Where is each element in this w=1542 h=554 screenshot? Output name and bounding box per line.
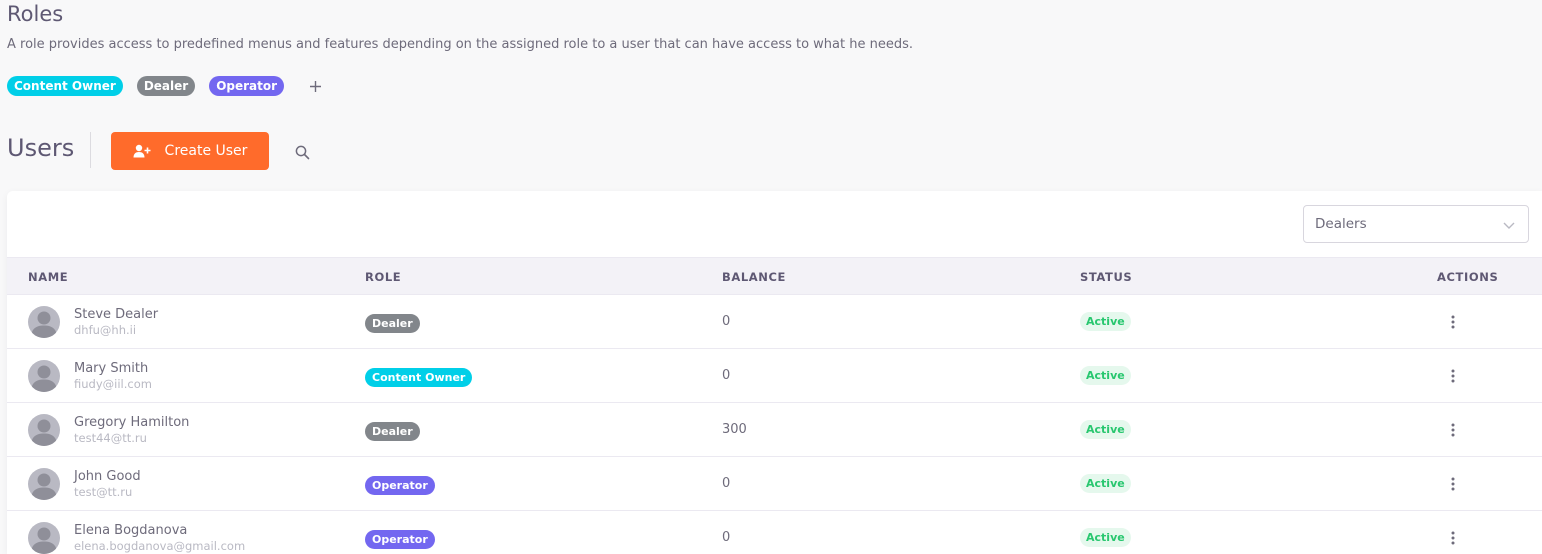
roles-description: A role provides access to predefined men…: [7, 37, 914, 52]
user-role-badge: Content Owner: [365, 368, 473, 387]
users-table-card: Dealers NAME ROLE BALANCE STATUS ACTIONS: [7, 191, 1542, 554]
row-actions-button[interactable]: [1443, 528, 1463, 548]
more-vertical-icon: [1451, 315, 1455, 329]
table-row[interactable]: Steve Dealer dhfu@hh.ii Dealer 0 Active: [7, 295, 1542, 349]
status-badge: Active: [1080, 366, 1131, 385]
avatar: [28, 468, 60, 500]
add-role-button[interactable]: [305, 76, 325, 96]
user-balance: 300: [722, 422, 747, 437]
user-name: Elena Bogdanova: [74, 523, 188, 538]
role-chip-dealer[interactable]: Dealer: [136, 76, 196, 96]
title-divider: [90, 132, 91, 168]
table-row[interactable]: Elena Bogdanova elena.bogdanova@gmail.co…: [7, 511, 1542, 554]
user-balance: 0: [722, 314, 731, 329]
header-status[interactable]: STATUS: [1080, 270, 1132, 284]
more-vertical-icon: [1451, 423, 1455, 437]
role-filter-value: Dealers: [1315, 216, 1367, 232]
user-role-badge: Operator: [365, 476, 435, 495]
user-email: test44@tt.ru: [74, 431, 147, 445]
role-chip-content-owner[interactable]: Content Owner: [7, 76, 123, 96]
chevron-down-icon: [1503, 222, 1515, 229]
header-actions: ACTIONS: [1437, 270, 1499, 284]
users-roles-page: Roles A role provides access to predefin…: [0, 0, 1542, 554]
users-title: Users: [7, 134, 75, 162]
user-role-badge: Dealer: [365, 314, 420, 333]
user-silhouette-icon: [31, 473, 57, 500]
plus-icon: [309, 80, 321, 92]
avatar: [28, 360, 60, 392]
row-actions-button[interactable]: [1443, 474, 1463, 494]
search-icon: [295, 145, 309, 159]
user-name: Steve Dealer: [74, 307, 159, 322]
create-user-button[interactable]: Create User: [111, 132, 269, 170]
user-silhouette-icon: [31, 419, 57, 446]
avatar: [28, 522, 60, 554]
table-row[interactable]: Mary Smith fiudy@iil.com Content Owner 0…: [7, 349, 1542, 403]
role-chip-operator[interactable]: Operator: [209, 76, 285, 96]
user-balance: 0: [722, 530, 731, 545]
role-chips: Content Owner Dealer Operator: [7, 76, 325, 96]
more-vertical-icon: [1451, 477, 1455, 491]
user-balance: 0: [722, 476, 731, 491]
more-vertical-icon: [1451, 531, 1455, 545]
status-badge: Active: [1080, 420, 1131, 439]
user-email: test@tt.ru: [74, 485, 133, 499]
user-email: fiudy@iil.com: [74, 377, 152, 391]
user-name: Gregory Hamilton: [74, 415, 190, 430]
status-badge: Active: [1080, 474, 1131, 493]
avatar: [28, 414, 60, 446]
user-balance: 0: [722, 368, 731, 383]
user-email: elena.bogdanova@gmail.com: [74, 539, 246, 553]
user-name: John Good: [74, 469, 141, 484]
role-filter-select[interactable]: Dealers: [1303, 205, 1529, 243]
more-vertical-icon: [1451, 369, 1455, 383]
roles-title: Roles: [7, 2, 64, 26]
header-name[interactable]: NAME: [28, 270, 68, 284]
table-header: NAME ROLE BALANCE STATUS ACTIONS: [7, 257, 1542, 295]
table-row[interactable]: Gregory Hamilton test44@tt.ru Dealer 300…: [7, 403, 1542, 457]
user-silhouette-icon: [31, 527, 57, 554]
header-balance[interactable]: BALANCE: [722, 270, 786, 284]
header-role[interactable]: ROLE: [365, 270, 401, 284]
user-role-badge: Dealer: [365, 422, 420, 441]
avatar: [28, 306, 60, 338]
status-badge: Active: [1080, 312, 1131, 331]
user-email: dhfu@hh.ii: [74, 323, 137, 337]
row-actions-button[interactable]: [1443, 312, 1463, 332]
user-plus-icon: [133, 144, 151, 158]
user-role-badge: Operator: [365, 530, 435, 549]
row-actions-button[interactable]: [1443, 420, 1463, 440]
search-button[interactable]: [292, 142, 312, 162]
table-row[interactable]: John Good test@tt.ru Operator 0 Active: [7, 457, 1542, 511]
user-silhouette-icon: [31, 311, 57, 338]
create-user-label: Create User: [164, 143, 248, 159]
row-actions-button[interactable]: [1443, 366, 1463, 386]
user-name: Mary Smith: [74, 361, 149, 376]
status-badge: Active: [1080, 528, 1131, 547]
user-silhouette-icon: [31, 365, 57, 392]
